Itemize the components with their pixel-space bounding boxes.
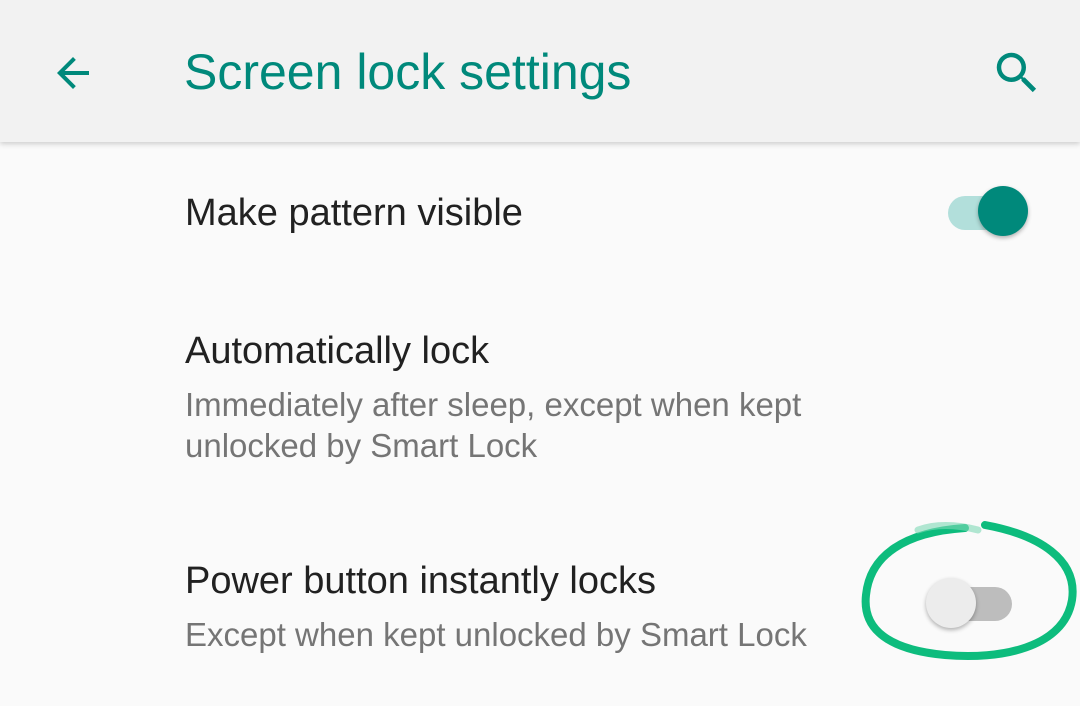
screen-lock-settings-screen: Screen lock settings Make pattern visibl… [0, 0, 1080, 706]
switch-thumb [978, 186, 1028, 236]
pref-summary: Except when kept unlocked by Smart Lock [185, 616, 807, 653]
pattern-visible-switch[interactable] [944, 184, 1034, 240]
back-button[interactable] [38, 38, 108, 108]
arrow-back-icon [57, 57, 89, 89]
app-bar: Screen lock settings [0, 0, 1080, 142]
power-button-lock-switch[interactable] [924, 574, 1018, 630]
pref-automatically-lock[interactable]: Automatically lock Immediately after sle… [0, 312, 1080, 482]
pref-power-button-instantly-locks[interactable]: Power button instantly locks Except when… [0, 540, 1080, 680]
switch-thumb [926, 578, 976, 628]
pref-title: Make pattern visible [185, 192, 523, 234]
pref-title: Power button instantly locks [185, 560, 657, 602]
pref-summary: Immediately after sleep, except when kep… [185, 386, 802, 464]
page-title: Screen lock settings [184, 44, 632, 100]
search-button[interactable] [982, 38, 1052, 108]
pref-title: Automatically lock [185, 330, 490, 372]
pref-make-pattern-visible[interactable]: Make pattern visible [0, 142, 1080, 282]
search-icon [996, 52, 1037, 93]
